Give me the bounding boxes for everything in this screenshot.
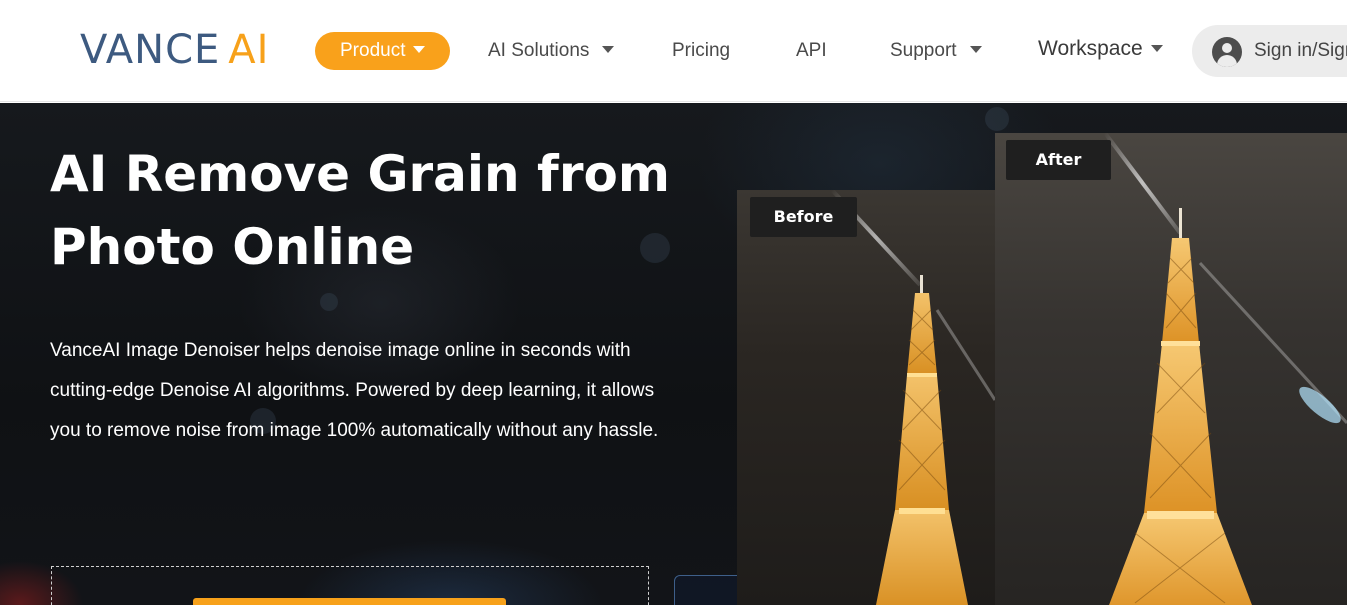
nav-api-label: API	[796, 40, 827, 61]
hero-section: AI Remove Grain from Photo Online VanceA…	[0, 103, 1347, 605]
chevron-down-icon	[1150, 44, 1163, 52]
after-label: After	[1006, 140, 1111, 180]
chevron-down-icon	[969, 46, 982, 54]
nav-pricing-label: Pricing	[672, 40, 731, 61]
nav-support[interactable]: Support	[890, 32, 982, 70]
page-title: AI Remove Grain from Photo Online	[50, 138, 690, 284]
logo-text-ai: AI	[228, 27, 270, 73]
nav-workspace[interactable]: Workspace	[1038, 30, 1163, 68]
bokeh-decoration	[985, 107, 1009, 131]
logo-text-vance: VANCE	[80, 27, 221, 73]
user-icon	[1212, 37, 1242, 67]
nav-product[interactable]: Product	[315, 32, 450, 70]
nav-ai-solutions[interactable]: AI Solutions	[488, 32, 615, 70]
before-label: Before	[750, 197, 857, 237]
signin-button[interactable]: Sign in/Sign up	[1192, 25, 1347, 77]
vanceai-logo[interactable]: VANCE AI	[80, 26, 269, 74]
bokeh-decoration	[320, 293, 338, 311]
nav-pricing[interactable]: Pricing	[672, 32, 730, 70]
site-header: VANCE AI Product AI Solutions Pricing API…	[0, 0, 1347, 102]
after-image	[995, 133, 1347, 605]
chevron-down-icon	[413, 46, 426, 54]
hero-description: VanceAI Image Denoiser helps denoise ima…	[50, 340, 659, 441]
chevron-down-icon	[602, 46, 615, 54]
signin-label: Sign in/Sign up	[1254, 40, 1347, 61]
nav-support-label: Support	[890, 40, 957, 61]
nav-product-label: Product	[340, 40, 406, 61]
upload-image-button[interactable]	[193, 598, 506, 605]
nav-workspace-label: Workspace	[1038, 37, 1143, 60]
page-title-line2: Photo Online	[50, 218, 415, 276]
nav-api[interactable]: API	[796, 32, 827, 70]
before-image	[737, 190, 995, 605]
page-title-line1: AI Remove Grain from	[50, 145, 670, 203]
nav-ai-solutions-label: AI Solutions	[488, 40, 590, 61]
